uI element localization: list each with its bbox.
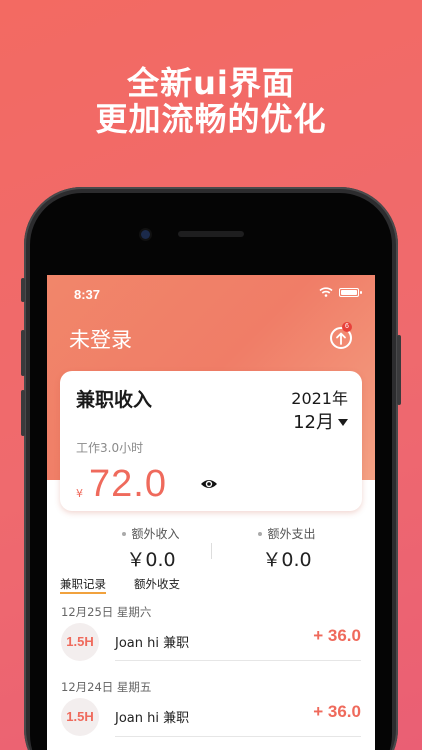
tab-extra-income-expense[interactable]: 额外收支 xyxy=(134,576,180,592)
extra-income-label: 额外收入 xyxy=(131,527,180,541)
power-button xyxy=(397,335,401,405)
record-date: 12月25日 星期六 xyxy=(61,605,152,619)
work-hours: 工作3.0小时 xyxy=(76,441,144,455)
income-amount: 72.0 xyxy=(89,463,167,505)
extra-expense-label: 额外支出 xyxy=(267,527,316,541)
divider xyxy=(211,543,212,559)
month-selector[interactable]: 12月 xyxy=(293,408,348,434)
record-amount: + 36.0 xyxy=(313,702,361,721)
active-tab-indicator xyxy=(60,592,106,594)
mute-switch xyxy=(21,278,25,302)
record-date: 12月24日 星期五 xyxy=(61,680,152,694)
app-screen: 8:37 未登录 6 兼职收入 2021年 12月 工作3.0小时 ¥ 72.0 xyxy=(47,275,375,750)
dropdown-triangle-icon xyxy=(338,418,348,426)
extra-income: 额外收入 ￥0.0 xyxy=(81,525,221,572)
promo-headline-2: 更加流畅的优化 xyxy=(95,100,327,138)
tab-part-time-records[interactable]: 兼职记录 xyxy=(60,576,106,592)
volume-up-button xyxy=(21,330,25,376)
record-divider xyxy=(115,736,361,737)
volume-down-button xyxy=(21,390,25,436)
hours-badge: 1.5H xyxy=(61,623,99,661)
status-time: 8:37 xyxy=(74,287,101,302)
extra-expense: 额外支出 ￥0.0 xyxy=(217,525,357,572)
income-card: 兼职收入 2021年 12月 工作3.0小时 ¥ 72.0 xyxy=(60,371,362,511)
upload-arrow-icon xyxy=(336,332,346,345)
currency-symbol: ¥ xyxy=(76,487,83,500)
record-amount: + 36.0 xyxy=(313,626,361,645)
wifi-icon xyxy=(319,287,333,297)
bullet-dot-icon xyxy=(122,531,127,536)
month-label: 12月 xyxy=(293,412,334,433)
notification-badge: 6 xyxy=(342,322,352,332)
status-icons xyxy=(319,287,362,297)
record-name[interactable]: Joan hi 兼职 xyxy=(115,632,189,651)
battery-icon xyxy=(339,287,362,297)
extra-expense-value: ￥0.0 xyxy=(262,549,312,571)
eye-icon[interactable] xyxy=(200,477,218,491)
card-title: 兼职收入 xyxy=(76,389,153,411)
earpiece-speaker xyxy=(178,231,244,237)
record-divider xyxy=(115,660,361,661)
login-status-title[interactable]: 未登录 xyxy=(69,324,132,354)
bullet-dot-icon xyxy=(258,531,263,536)
record-name[interactable]: Joan hi 兼职 xyxy=(115,707,189,726)
extra-income-value: ￥0.0 xyxy=(126,549,176,571)
year-label[interactable]: 2021年 xyxy=(291,385,348,409)
hours-badge: 1.5H xyxy=(61,698,99,736)
front-camera xyxy=(141,230,150,239)
